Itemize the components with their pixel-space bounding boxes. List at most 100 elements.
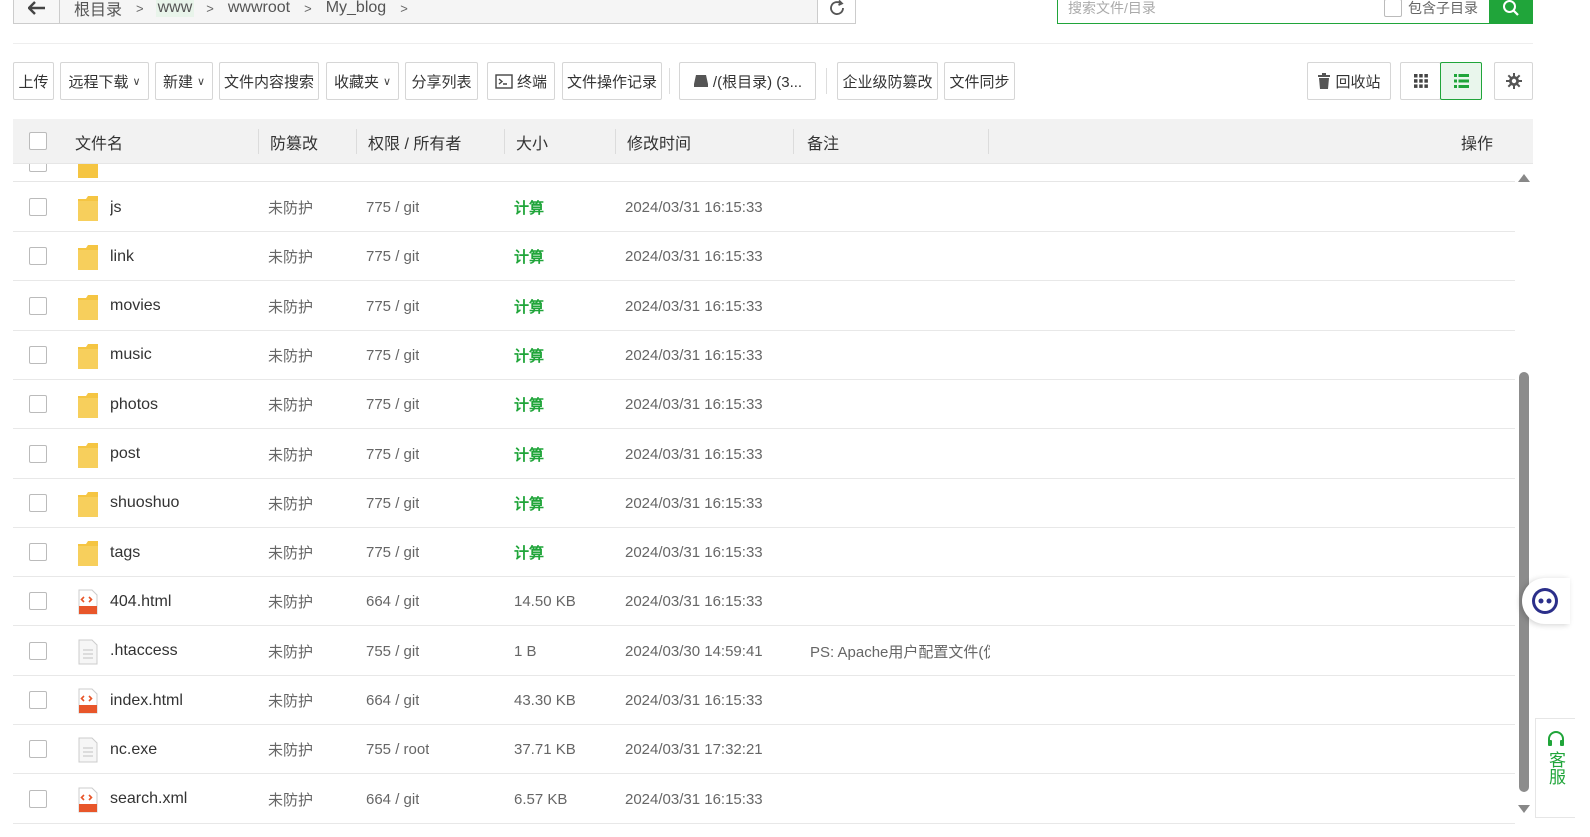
- disk-button[interactable]: /(根目录) (3...: [679, 62, 816, 100]
- protect-status[interactable]: 未防护: [268, 232, 313, 281]
- table-row[interactable]: .htaccess 未防护 755 / git 1 B 2024/03/30 14:59…: [13, 627, 1515, 676]
- favorites-dropdown[interactable]: 收藏夹 ∨: [326, 62, 399, 100]
- calculate-size-link[interactable]: 计算: [514, 183, 544, 232]
- upload-button[interactable]: 上传: [13, 62, 54, 100]
- remote-download-dropdown[interactable]: 远程下载 ∨: [60, 62, 149, 100]
- protect-status[interactable]: 未防护: [268, 627, 313, 676]
- breadcrumb-item-www[interactable]: www >: [150, 0, 220, 23]
- column-header-name[interactable]: 文件名: [75, 119, 123, 164]
- table-row[interactable]: movies 未防护 775 / git 计算 2024/03/31 16:15:33: [13, 282, 1515, 331]
- file-name[interactable]: photos: [110, 380, 158, 429]
- include-subdir-checkbox[interactable]: 包含子目录: [1384, 0, 1478, 18]
- calculate-size-link[interactable]: 计算: [514, 528, 544, 577]
- table-row[interactable]: 404.html 未防护 664 / git 14.50 KB 2024/03/31 1…: [13, 577, 1515, 627]
- table-row[interactable]: nc.exe 未防护 755 / root 37.71 KB 2024/03/31 17…: [13, 725, 1515, 775]
- calculate-size-link[interactable]: 计算: [514, 380, 544, 429]
- protect-status[interactable]: 未防护: [268, 331, 313, 380]
- permission-owner[interactable]: 755 / root: [366, 725, 429, 774]
- table-row[interactable]: post 未防护 775 / git 计算 2024/03/31 16:15:33: [13, 430, 1515, 479]
- table-row[interactable]: tags 未防护 775 / git 计算 2024/03/31 16:15:33: [13, 528, 1515, 578]
- file-name[interactable]: index.html: [110, 676, 183, 725]
- file-name[interactable]: link: [110, 232, 134, 281]
- scroll-up-arrow-icon[interactable]: [1518, 174, 1530, 182]
- recycle-bin-button[interactable]: 回收站: [1307, 62, 1391, 100]
- protect-status[interactable]: 未防护: [268, 282, 313, 331]
- file-name[interactable]: search.xml: [110, 775, 187, 824]
- row-checkbox[interactable]: [29, 691, 47, 709]
- permission-owner[interactable]: 664 / git: [366, 676, 419, 725]
- row-checkbox[interactable]: [29, 198, 47, 216]
- permission-owner[interactable]: 755 / git: [366, 627, 419, 676]
- breadcrumb-item-wwwroot[interactable]: wwwroot >: [220, 0, 318, 23]
- permission-owner[interactable]: 775 / git: [366, 232, 419, 281]
- file-sync-button[interactable]: 文件同步: [944, 62, 1015, 100]
- row-checkbox[interactable]: [29, 296, 47, 315]
- table-row[interactable]: shuoshuo 未防护 775 / git 计算 2024/03/31 16:15:3…: [13, 479, 1515, 528]
- assistant-widget[interactable]: [1522, 578, 1570, 624]
- table-row[interactable]: search.xml 未防护 664 / git 6.57 KB 2024/03/31 …: [13, 775, 1515, 824]
- file-name[interactable]: shuoshuo: [110, 479, 179, 528]
- file-name[interactable]: movies: [110, 282, 161, 331]
- file-name[interactable]: nc.exe: [110, 725, 157, 774]
- table-row[interactable]: music 未防护 775 / git 计算 2024/03/31 16:15:33: [13, 331, 1515, 380]
- calculate-size-link[interactable]: 计算: [514, 232, 544, 281]
- protect-status[interactable]: 未防护: [268, 725, 313, 774]
- remark[interactable]: PS: Apache用户配置文件(伪: [810, 627, 990, 676]
- row-checkbox[interactable]: [29, 395, 47, 414]
- protect-status[interactable]: 未防护: [268, 380, 313, 429]
- protect-status[interactable]: 未防护: [268, 577, 313, 626]
- refresh-button[interactable]: [818, 0, 856, 24]
- terminal-button[interactable]: 终端: [487, 62, 555, 100]
- table-row[interactable]: js 未防护 775 / git 计算 2024/03/31 16:15:33: [13, 183, 1515, 232]
- row-checkbox[interactable]: [29, 493, 47, 512]
- table-row[interactable]: index.html 未防护 664 / git 43.30 KB 2024/03/31…: [13, 676, 1515, 725]
- permission-owner[interactable]: 775 / git: [366, 479, 419, 528]
- checkbox[interactable]: [29, 164, 47, 172]
- checkbox[interactable]: [1384, 0, 1402, 17]
- row-checkbox[interactable]: [29, 592, 47, 611]
- calculate-size-link[interactable]: 计算: [514, 479, 544, 528]
- row-checkbox[interactable]: [29, 543, 47, 562]
- scroll-down-arrow-icon[interactable]: [1518, 805, 1530, 813]
- breadcrumb-item-root[interactable]: 根目录 >: [66, 0, 150, 23]
- file-name[interactable]: js: [110, 183, 122, 232]
- search-input[interactable]: [1058, 0, 1368, 22]
- permission-owner[interactable]: 775 / git: [366, 183, 419, 232]
- row-checkbox[interactable]: [29, 247, 47, 266]
- row-checkbox[interactable]: [29, 641, 47, 660]
- operation-log-button[interactable]: 文件操作记录: [562, 62, 662, 100]
- calculate-size-link[interactable]: 计算: [514, 331, 544, 380]
- permission-owner[interactable]: 775 / git: [366, 528, 419, 577]
- protect-status[interactable]: 未防护: [268, 479, 313, 528]
- column-header-mtime[interactable]: 修改时间: [627, 119, 691, 164]
- grid-view-button[interactable]: [1400, 62, 1441, 100]
- file-name[interactable]: music: [110, 331, 152, 380]
- content-search-button[interactable]: 文件内容搜索: [219, 62, 319, 100]
- row-checkbox[interactable]: [29, 789, 47, 808]
- permission-owner[interactable]: 775 / git: [366, 282, 419, 331]
- protect-status[interactable]: 未防护: [268, 775, 313, 824]
- row-checkbox[interactable]: [29, 740, 47, 759]
- file-name[interactable]: tags: [110, 528, 140, 577]
- table-row[interactable]: link 未防护 775 / git 计算 2024/03/31 16:15:33: [13, 232, 1515, 282]
- list-view-button[interactable]: [1440, 62, 1482, 100]
- column-header-size[interactable]: 大小: [516, 119, 548, 164]
- new-dropdown[interactable]: 新建 ∨: [155, 62, 213, 100]
- protect-status[interactable]: 未防护: [268, 430, 313, 479]
- protect-status[interactable]: 未防护: [268, 676, 313, 725]
- row-checkbox[interactable]: [29, 345, 47, 364]
- file-name[interactable]: post: [110, 430, 140, 479]
- calculate-size-link[interactable]: 计算: [514, 430, 544, 479]
- table-row[interactable]: photos 未防护 775 / git 计算 2024/03/31 16:15:33: [13, 380, 1515, 430]
- vertical-scrollbar[interactable]: [1516, 172, 1532, 820]
- protect-status[interactable]: 未防护: [268, 528, 313, 577]
- select-all-checkbox[interactable]: [29, 132, 47, 150]
- protect-status[interactable]: 未防护: [268, 183, 313, 232]
- search-button[interactable]: [1489, 0, 1533, 24]
- column-header-perm[interactable]: 权限 / 所有者: [368, 119, 461, 164]
- row-checkbox[interactable]: [29, 444, 47, 463]
- customer-service-button[interactable]: 客服: [1535, 718, 1575, 818]
- share-list-button[interactable]: 分享列表: [405, 62, 478, 100]
- file-name[interactable]: .htaccess: [110, 627, 178, 676]
- permission-owner[interactable]: 664 / git: [366, 775, 419, 824]
